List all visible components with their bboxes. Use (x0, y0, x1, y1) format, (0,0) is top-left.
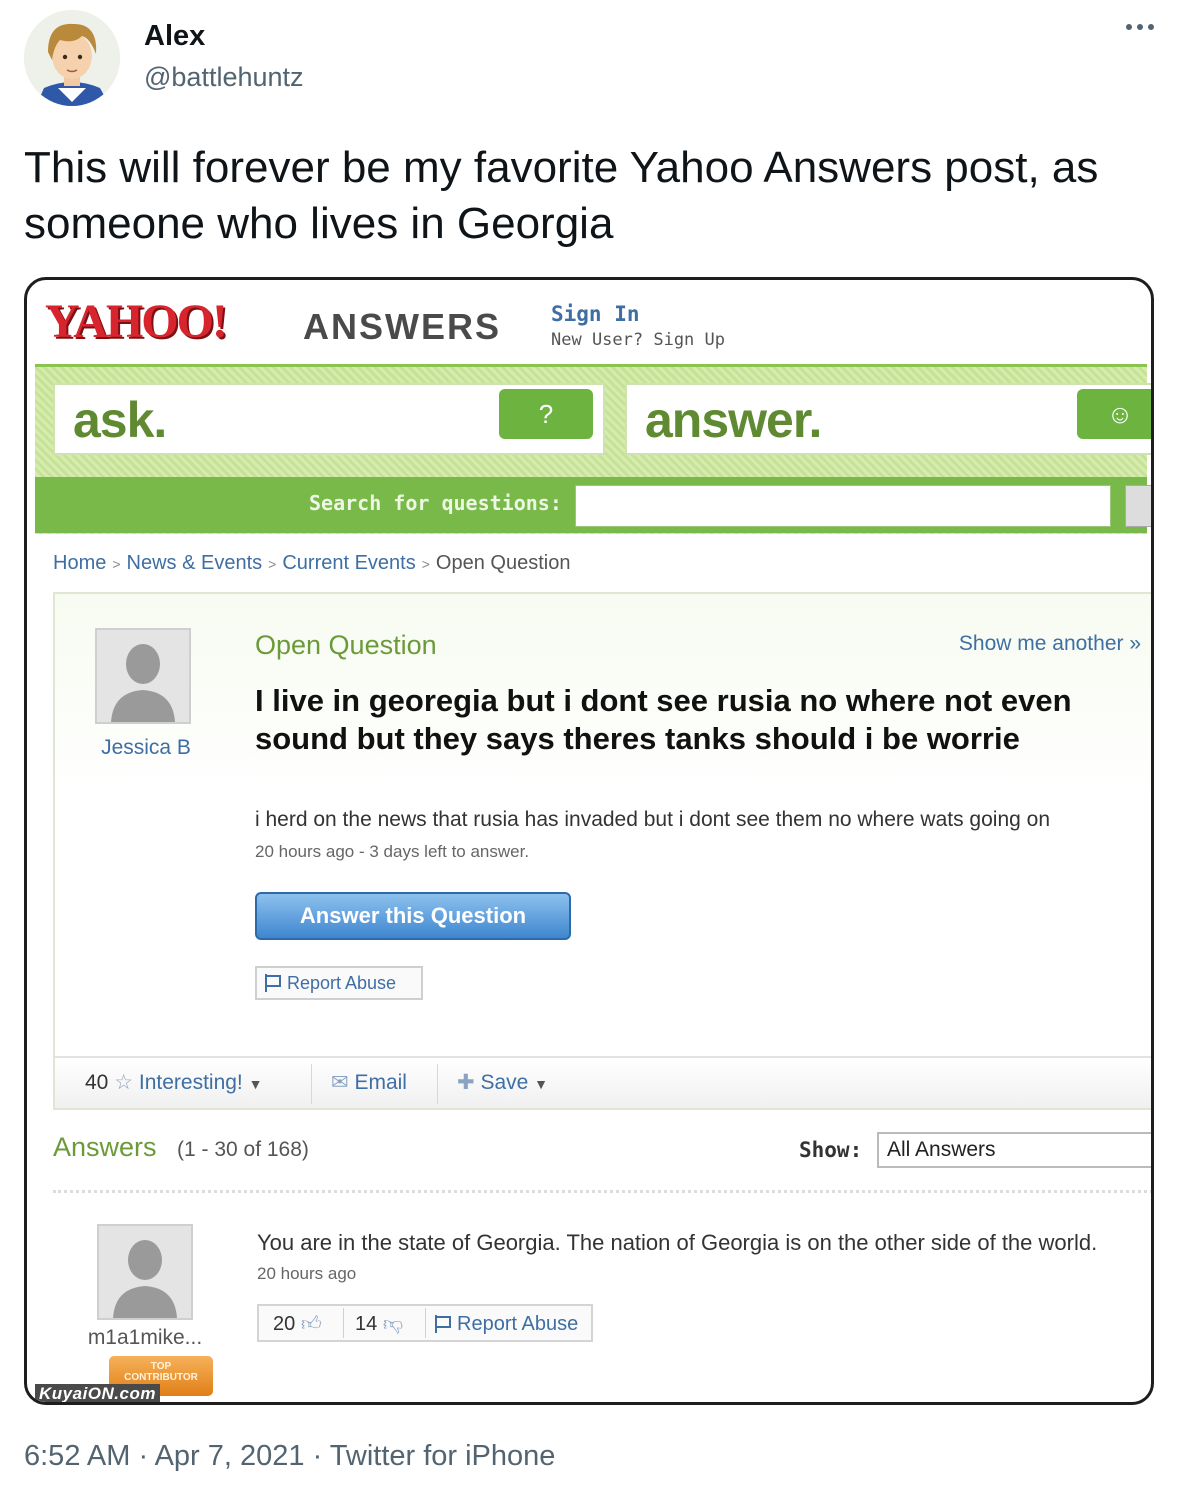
save-label: Save (480, 1071, 529, 1094)
breadcrumb: Home > News & Events > Current Events > Open Q… (53, 552, 570, 575)
question-toolbar: 40 ☆ Interesting! ▼ ✉ Email ✚ Save ▼ (55, 1056, 1151, 1108)
thumbs-up-count: 20 (273, 1313, 296, 1335)
toolbar-divider (437, 1064, 438, 1104)
thumbs-up-icon: 👍︎ (300, 1313, 322, 1335)
answers-heading: Answers (53, 1132, 157, 1162)
star-icon: ☆ (114, 1071, 134, 1094)
email-label: Email (354, 1071, 407, 1094)
sign-up-link: New User? Sign Up (551, 330, 725, 350)
ask-box: ask. ? (53, 383, 605, 455)
search-bar: Search for questions: (35, 477, 1151, 533)
thumbs-down-icon: 👎︎ (382, 1313, 404, 1335)
asker-avatar (95, 628, 191, 724)
rating-divider (343, 1308, 344, 1338)
answer-report-label: Report Abuse (457, 1313, 579, 1335)
email-control: ✉ Email (331, 1070, 407, 1095)
avatar-illustration (24, 10, 120, 106)
answers-wordmark: ANSWERS (303, 306, 502, 347)
show-filter-select: All Answers (877, 1132, 1151, 1168)
search-input (575, 485, 1111, 527)
question-details: i herd on the news that rusia has invade… (255, 808, 1051, 831)
answerer-name: m1a1mike... (87, 1326, 203, 1349)
answers-divider (53, 1190, 1151, 1193)
interesting-control: 40 ☆ Interesting! ▼ (85, 1070, 262, 1095)
question-title: I live in georegia but i dont see rusia … (255, 683, 1072, 756)
smiley-icon: ☺ (1077, 389, 1151, 439)
answer-text: You are in the state of Georgia. The nat… (257, 1230, 1098, 1255)
yahoo-answers-screenshot: YAHOO! ANSWERS Sign In New User? Sign Up… (35, 286, 1151, 1402)
profile-avatar[interactable] (24, 10, 120, 106)
yahoo-logo: YAHOO! (45, 295, 228, 348)
ask-answer-banner: ask. ? answer. ☺ Search for questions: (35, 364, 1151, 534)
breadcrumb-open-question: Open Question (435, 552, 571, 574)
dropdown-arrow-icon: ▼ (248, 1076, 263, 1092)
flag-icon (435, 1315, 451, 1333)
answerer-avatar (97, 1224, 193, 1320)
answer-report-abuse: Report Abuse (435, 1312, 578, 1336)
thumbs-up-control: 20 👍︎ (273, 1312, 322, 1336)
badge-line-2: CONTRIBUTOR (124, 1372, 198, 1383)
envelope-icon: ✉ (331, 1071, 349, 1094)
display-name[interactable]: Alex (144, 20, 205, 53)
ask-word: ask. (73, 392, 167, 448)
watermark: KuyaiON.com (35, 1384, 160, 1402)
answer-time: 20 hours ago (257, 1264, 357, 1283)
answers-range: (1 - 30 of 168) (177, 1138, 309, 1161)
rating-divider (425, 1308, 426, 1338)
user-handle[interactable]: @battlehuntz (144, 62, 304, 93)
more-options-icon[interactable] (1126, 24, 1154, 30)
chevron-right-icon: > (421, 556, 430, 572)
dropdown-arrow-icon: ▼ (534, 1076, 549, 1092)
chevron-right-icon: > (112, 556, 121, 572)
flag-icon (265, 974, 281, 992)
question-time: 20 hours ago - 3 days left to answer. (255, 842, 530, 861)
sign-in-link: Sign In (551, 302, 640, 326)
breadcrumb-current-events: Current Events (282, 552, 416, 574)
ask-question-icon: ? (499, 389, 593, 439)
tweet-timestamp[interactable]: 6:52 AM · Apr 7, 2021 · Twitter for iPho… (24, 1440, 555, 1473)
answer-rating-bar: 20 👍︎ 14 👎︎ Report Abuse (257, 1304, 593, 1342)
tweet-media-image[interactable]: YAHOO! ANSWERS Sign In New User? Sign Up… (24, 277, 1154, 1405)
report-abuse-button: Report Abuse (255, 966, 423, 1000)
save-control: ✚ Save ▼ (457, 1070, 548, 1095)
default-user-icon (97, 630, 189, 722)
search-label: Search for questions: (309, 491, 562, 515)
question-status: Open Question (255, 630, 437, 660)
chevron-right-icon: > (268, 556, 277, 572)
answer-word: answer. (645, 392, 822, 448)
thumbs-down-count: 14 (355, 1313, 378, 1335)
interesting-count: 40 (85, 1071, 109, 1094)
plus-icon: ✚ (457, 1071, 475, 1094)
breadcrumb-home: Home (53, 552, 107, 574)
show-filter-label: Show: (799, 1138, 863, 1162)
breadcrumb-news: News & Events (126, 552, 263, 574)
badge-line-1: TOP (150, 1361, 172, 1372)
search-button (1125, 485, 1151, 527)
report-abuse-label: Report Abuse (287, 973, 397, 993)
tweet-text: This will forever be my favorite Yahoo A… (24, 143, 1099, 248)
default-user-icon (99, 1226, 191, 1318)
answer-box: answer. ☺ (625, 383, 1151, 455)
toolbar-divider (311, 1064, 312, 1104)
thumbs-down-control: 14 👎︎ (355, 1312, 403, 1336)
question-panel: Jessica B Open Question Show me another … (53, 592, 1151, 1110)
asker-name: Jessica B (101, 736, 191, 759)
show-another-link: Show me another » (958, 632, 1141, 655)
interesting-label: Interesting! (138, 1071, 243, 1094)
answer-question-button: Answer this Question (255, 892, 571, 940)
